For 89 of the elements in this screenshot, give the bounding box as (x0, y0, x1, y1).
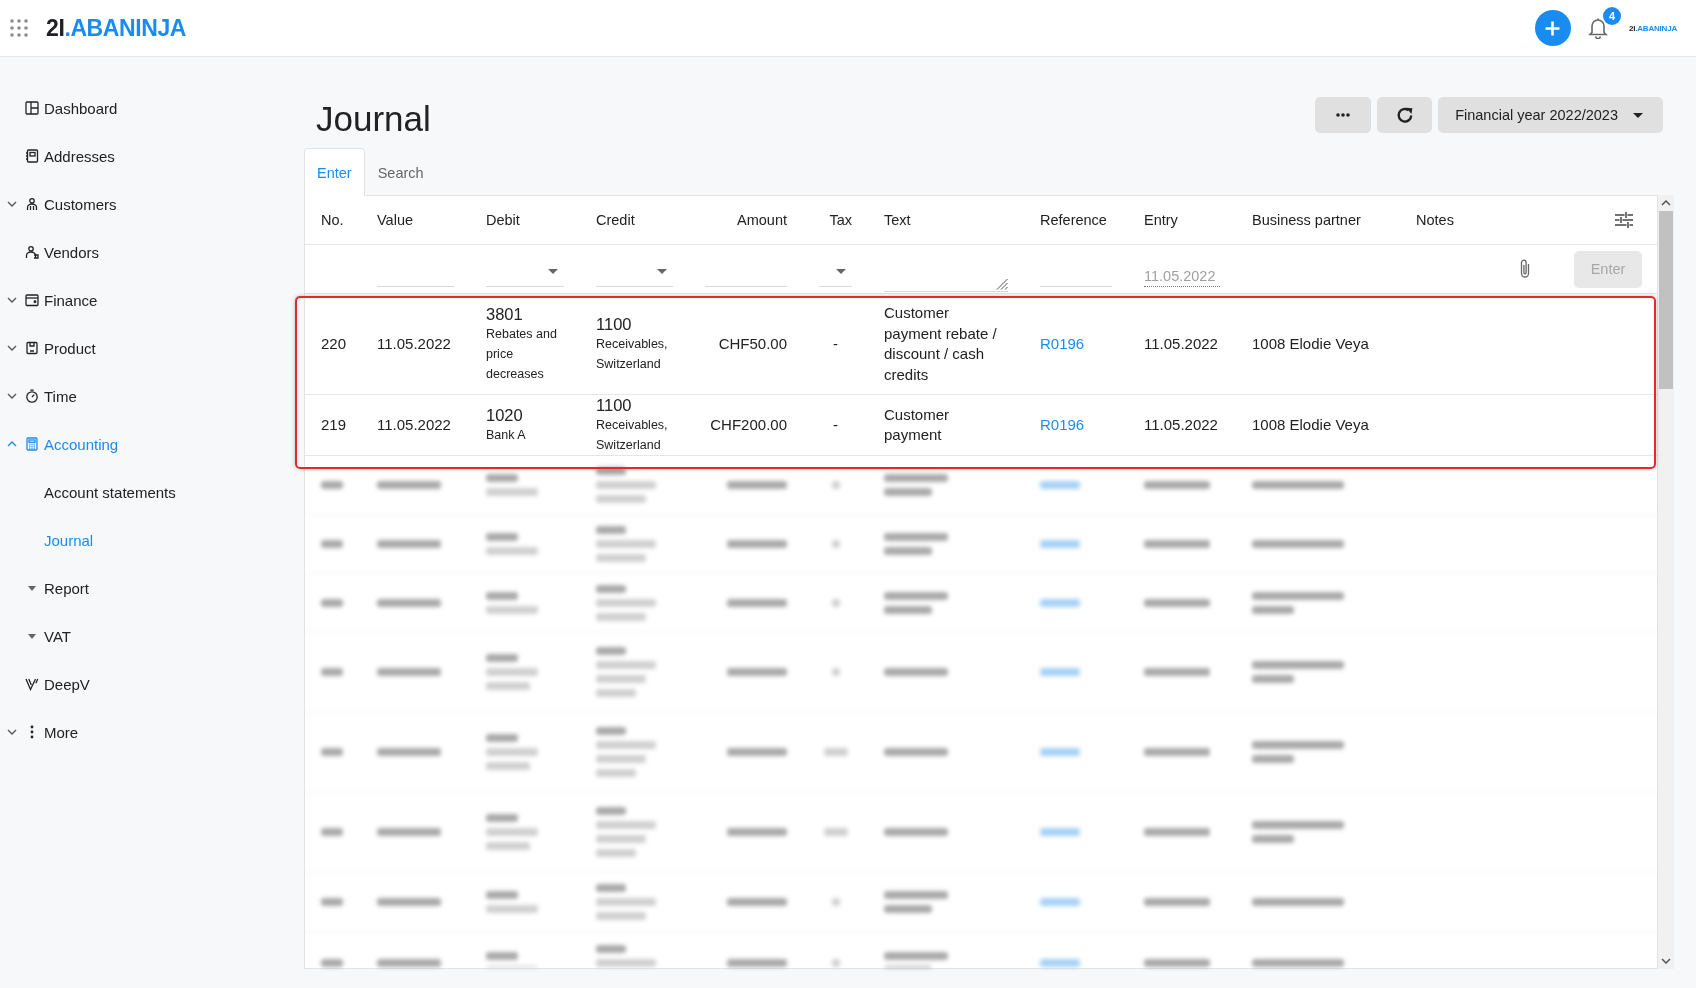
account-logo[interactable]: 2I.ABANINJA (1628, 23, 1677, 33)
table-cell-text: 11.05.2022 (1144, 333, 1219, 354)
bell-icon (1587, 17, 1608, 39)
notification-count: 4 (1602, 7, 1621, 25)
chevron-down-icon[interactable] (1661, 958, 1671, 964)
table-cell-text: - (832, 333, 839, 354)
sidebar-item[interactable]: Customers (0, 180, 304, 228)
reference-link[interactable]: R0196 (1040, 415, 1085, 433)
package-icon (25, 341, 39, 355)
person-icon (25, 245, 39, 259)
financial-year-dropdown[interactable]: Financial year 2022/2023 (1438, 97, 1663, 133)
account-name: Receivables, Switzerland (596, 336, 669, 373)
resize-grip-icon[interactable] (995, 277, 1008, 290)
account-name: Bank A (486, 427, 527, 444)
caret-down-icon[interactable] (548, 269, 558, 274)
date-field[interactable]: 11.05.2022 (1144, 257, 1220, 287)
account-name: Receivables, Switzerland (596, 417, 669, 454)
table-cell-text: 11.05.2022 (1144, 414, 1219, 435)
account-number: 1100 (596, 314, 633, 334)
sidebar-item[interactable]: Time (0, 372, 304, 420)
wallet-icon (25, 293, 39, 307)
table-cell-text: CHF200.00 (709, 414, 788, 435)
table-cell-text: CHF50.00 (717, 333, 788, 354)
column-header: Business partner (1252, 212, 1362, 228)
sidebar-item[interactable]: DeepV (0, 660, 304, 708)
sidebar-item[interactable]: Vendors (0, 228, 304, 276)
sidebar-item[interactable]: More (0, 708, 304, 756)
refresh-icon (1395, 106, 1414, 124)
sidebar-item[interactable]: Product (0, 324, 304, 372)
dashboard-icon (25, 101, 39, 115)
caret-down-icon[interactable] (28, 585, 36, 591)
table-cell-text: 220 (321, 333, 348, 354)
account-number: 1020 (486, 405, 524, 425)
chevron-down-icon[interactable] (7, 727, 17, 737)
page-title: Journal (316, 100, 431, 136)
chevron-up-icon[interactable] (7, 439, 17, 449)
caret-down-icon[interactable] (836, 269, 846, 274)
sidebar-item[interactable]: Report (0, 564, 304, 612)
scrollbar-thumb[interactable] (1659, 211, 1673, 389)
account-name: Rebates and price decreases (486, 326, 558, 383)
column-header: Reference (1040, 212, 1108, 228)
sidebar-item[interactable]: Dashboard (0, 84, 304, 132)
table-cell-text: 219 (321, 414, 348, 435)
chevron-down-icon[interactable] (7, 295, 17, 305)
chevron-down-icon[interactable] (7, 199, 17, 209)
column-header: Value (377, 212, 414, 228)
column-header: Tax (828, 212, 853, 228)
table-cell-text: - (832, 414, 839, 435)
column-header: Amount (736, 212, 788, 228)
sidebar-item[interactable]: Addresses (0, 132, 304, 180)
paperclip-icon[interactable] (1519, 258, 1531, 280)
column-header: Text (884, 212, 912, 228)
sidebar-item[interactable]: Finance (0, 276, 304, 324)
table-cell-text: 11.05.2022 (377, 414, 452, 435)
apps-grid-icon[interactable] (9, 18, 29, 38)
account-number: 3801 (486, 304, 524, 324)
reference-link[interactable]: R0196 (1040, 334, 1085, 352)
chevron-up-icon[interactable] (1661, 200, 1671, 206)
sliders-icon[interactable] (1615, 212, 1633, 228)
table-cell-text: 1008 Elodie Veya (1252, 333, 1370, 354)
table-cell-text: 11.05.2022 (377, 333, 452, 354)
column-header: No. (321, 212, 345, 228)
column-header: Notes (1416, 212, 1455, 228)
caret-down-icon (1633, 112, 1643, 118)
address-book-icon (25, 149, 39, 163)
calculator-icon (25, 437, 39, 451)
sidebar-item[interactable]: VAT (0, 612, 304, 660)
tab[interactable]: Search (364, 148, 437, 196)
add-button[interactable] (1534, 10, 1571, 46)
chevron-down-icon[interactable] (7, 391, 17, 401)
app-logo[interactable]: 2I.ABANINJA (46, 14, 187, 42)
ellipsis-icon (1336, 113, 1351, 117)
refresh-button[interactable] (1377, 97, 1433, 133)
plus-icon (1545, 20, 1561, 36)
scrollbar[interactable] (1658, 195, 1674, 969)
caret-down-icon[interactable] (28, 633, 36, 639)
v-logo-icon (25, 677, 39, 691)
stopwatch-icon (25, 389, 39, 403)
table-cell-text: Customer payment rebate / discount / cash credits (884, 303, 998, 385)
table-cell-text: 1008 Elodie Veya (1252, 414, 1370, 435)
chevron-down-icon[interactable] (7, 343, 17, 353)
table-cell-text: Customer payment (884, 404, 951, 445)
people-icon (25, 197, 39, 211)
column-header: Entry (1144, 212, 1179, 228)
sidebar-item[interactable]: Account statements (0, 468, 304, 516)
column-header: Credit (596, 212, 636, 228)
column-header: Debit (486, 212, 521, 228)
caret-down-icon[interactable] (657, 269, 667, 274)
account-number: 1100 (596, 395, 633, 415)
